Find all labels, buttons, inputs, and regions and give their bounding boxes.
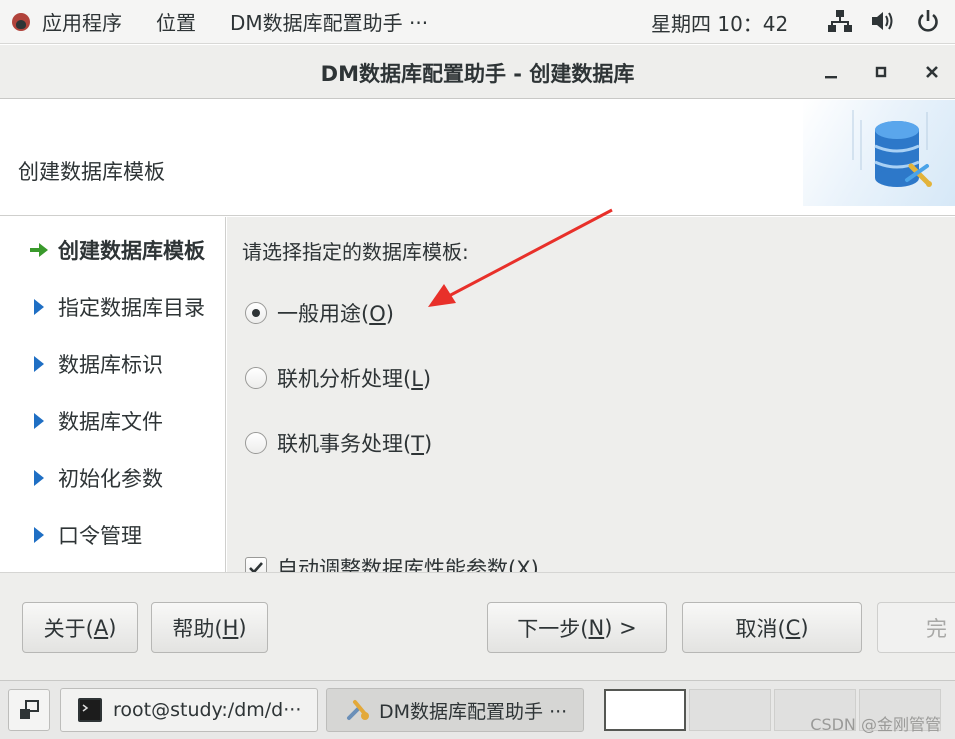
radio-label[interactable]: 联机分析处理(L) [277,363,431,393]
template-prompt: 请选择指定的数据库模板: [242,240,469,264]
step-init-params: 初始化参数 [28,463,163,493]
taskbar-terminal-label: root@study:/dm/d··· [113,699,302,721]
gnome-foot-icon [12,12,30,31]
minimize-button[interactable] [818,59,844,85]
applications-menu[interactable]: 应用程序 [12,7,122,36]
dm-assistant-icon [343,696,371,724]
step-database-files: 数据库文件 [28,406,163,436]
taskbar-terminal[interactable]: root@study:/dm/d··· [60,688,318,732]
workspace-2[interactable] [689,689,771,731]
gnome-top-bar: 应用程序 位置 DM数据库配置助手 ··· 星期四 10：42 [0,0,955,44]
active-app-menu[interactable]: DM数据库配置助手 ··· [230,7,428,36]
radio-button-checked[interactable] [245,302,267,324]
radio-oltp[interactable]: 联机事务处理(T) [245,428,432,458]
radio-label[interactable]: 一般用途(O) [277,298,394,328]
wizard-header: 创建数据库模板 [0,100,955,216]
step-triangle-icon [28,524,50,546]
system-tray[interactable] [827,6,941,36]
step-label: 口令管理 [58,524,142,548]
radio-general-purpose[interactable]: 一般用途(O) [245,298,394,328]
checkbox-label[interactable]: 自动调整数据库性能参数(X) [277,553,539,572]
step-specify-directory: 指定数据库目录 [28,292,205,322]
step-triangle-icon [28,467,50,489]
close-button[interactable] [919,59,945,85]
csdn-watermark: CSDN @金刚管管 [810,715,941,734]
finish-button[interactable]: 完 [877,602,955,653]
clock[interactable]: 星期四 10：42 [651,8,788,37]
step-triangle-icon [28,410,50,432]
help-button[interactable]: 帮助(H) [151,602,268,653]
workspace-1[interactable] [604,689,686,731]
database-logo [803,100,955,206]
database-icon [852,110,932,187]
show-desktop-button[interactable] [8,689,50,731]
step-label: 创建数据库模板 [58,239,205,263]
auto-tune-checkbox[interactable]: 自动调整数据库性能参数(X) [245,553,539,572]
terminal-icon [77,697,103,723]
wizard-button-bar: 关于(A) 帮助(H) 下一步(N) > 取消(C) 完 [0,572,955,680]
step-triangle-icon [28,353,50,375]
maximize-button[interactable] [868,59,894,85]
applications-menu-label: 应用程序 [42,11,122,35]
network-icon[interactable] [827,6,853,36]
step-triangle-icon [28,296,50,318]
step-database-identity: 数据库标识 [28,349,163,379]
places-menu[interactable]: 位置 [156,7,196,36]
power-icon[interactable] [915,6,941,36]
step-password-management: 口令管理 [28,520,142,550]
wizard-steps-sidebar: 创建数据库模板 指定数据库目录 数据库标识 数据库文件 初始化参数 口令管理 [0,217,226,572]
check-icon [249,562,263,572]
window-title-bar: DM数据库配置助手 - 创建数据库 [0,45,955,99]
radio-button[interactable] [245,432,267,454]
step-create-template: 创建数据库模板 [28,235,205,265]
next-button[interactable]: 下一步(N) > [487,602,667,653]
radio-label[interactable]: 联机事务处理(T) [277,428,432,458]
page-title: 创建数据库模板 [18,160,165,184]
taskbar-dm-assistant[interactable]: DM数据库配置助手 ··· [326,688,584,732]
about-button[interactable]: 关于(A) [22,602,138,653]
taskbar-dm-assistant-label: DM数据库配置助手 ··· [379,700,568,723]
volume-icon[interactable] [871,6,897,36]
show-desktop-icon [20,700,39,719]
cancel-button[interactable]: 取消(C) [682,602,862,653]
step-label: 指定数据库目录 [58,296,205,320]
radio-olap[interactable]: 联机分析处理(L) [245,363,431,393]
checkbox-checked[interactable] [245,557,267,572]
template-selection-panel: 请选择指定的数据库模板: 一般用途(O) 联机分析处理(L) 联机事务处理(T)… [227,217,955,572]
step-label: 数据库标识 [58,353,163,377]
bottom-taskbar: root@study:/dm/d··· DM数据库配置助手 ··· CSDN @… [0,680,955,739]
current-step-arrow-icon [28,239,50,261]
window-title: DM数据库配置助手 - 创建数据库 [320,62,635,86]
radio-button[interactable] [245,367,267,389]
step-label: 数据库文件 [58,410,163,434]
step-label: 初始化参数 [58,467,163,491]
